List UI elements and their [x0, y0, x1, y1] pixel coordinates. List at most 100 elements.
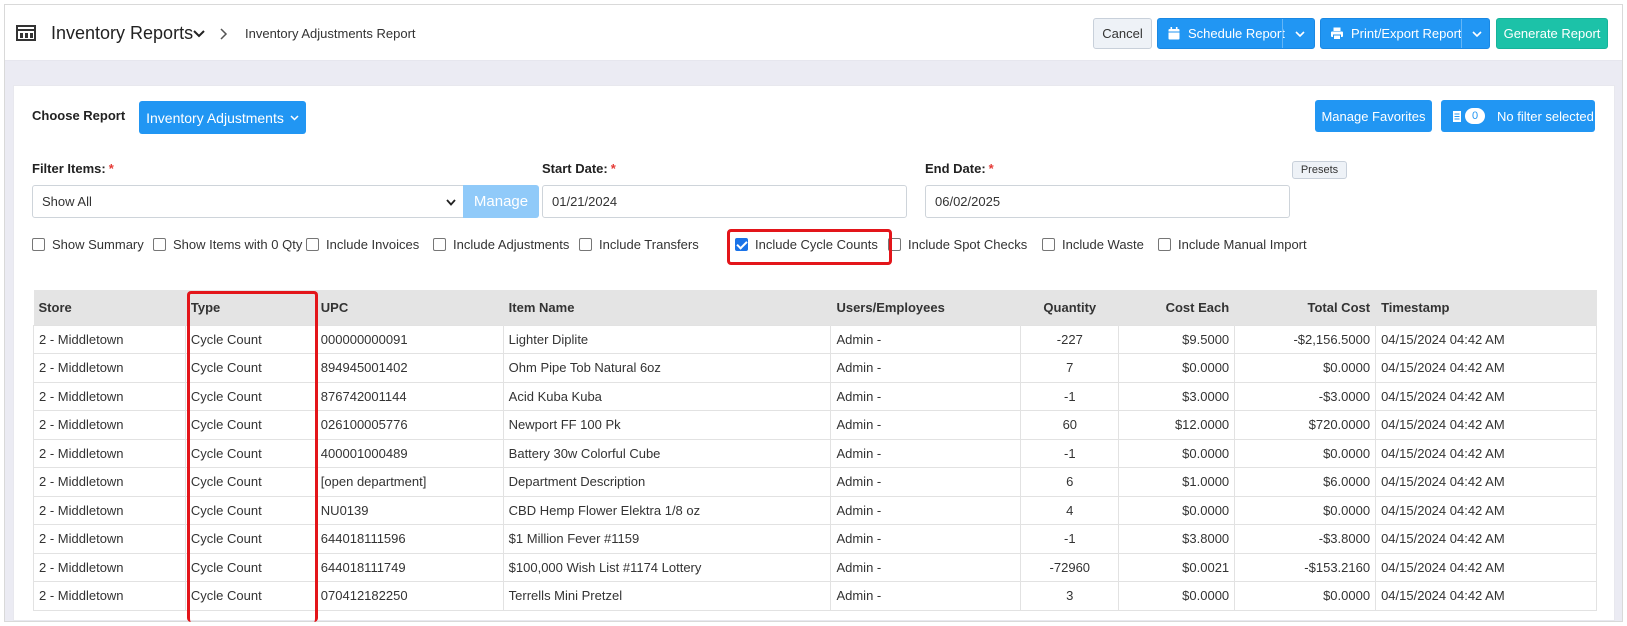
cancel-button[interactable]: Cancel [1093, 18, 1152, 49]
checkbox-box[interactable] [1042, 238, 1055, 251]
cell-store: 2 - Middletown [33, 353, 186, 383]
cell-upc: 000000000091 [314, 324, 504, 354]
filter-items-label: Filter Items: * [32, 161, 114, 176]
print-export-label: Print/Export Report [1351, 26, 1462, 41]
required-mark: * [610, 161, 616, 176]
cell-quantity: -227 [1020, 324, 1120, 354]
checkbox-box[interactable] [1158, 238, 1171, 251]
checkbox-label: Show Items with 0 Qty [173, 237, 303, 252]
presets-button[interactable]: Presets [1292, 161, 1347, 179]
show-summary-checkbox[interactable]: Show Summary [32, 237, 144, 252]
column-header-item-name[interactable]: Item Name [503, 290, 832, 325]
schedule-report-label: Schedule Report [1188, 26, 1285, 41]
column-header-upc[interactable]: UPC [315, 290, 504, 325]
cell-quantity: -1 [1020, 381, 1120, 411]
column-header-cost-each[interactable]: Cost Each [1118, 290, 1236, 325]
cell-upc: 400001000489 [314, 438, 504, 468]
cell-timestamp: 04/15/2024 04:42 AM [1375, 381, 1597, 411]
column-header-quantity[interactable]: Quantity [1020, 290, 1120, 325]
generate-report-button[interactable]: Generate Report [1496, 18, 1608, 49]
cell-cost-each: $9.5000 [1118, 324, 1236, 354]
chevron-down-icon[interactable] [193, 30, 205, 38]
cell-item-name: Battery 30w Colorful Cube [502, 438, 832, 468]
show-zero-qty-checkbox[interactable]: Show Items with 0 Qty [153, 237, 302, 252]
filter-selection-button[interactable]: 0 No filter selected [1441, 100, 1595, 132]
cell-upc: 026100005776 [314, 410, 504, 440]
cell-timestamp: 04/15/2024 04:42 AM [1375, 324, 1597, 354]
cell-user: Admin - [830, 552, 1022, 582]
cell-store: 2 - Middletown [33, 324, 186, 354]
column-header-timestamp[interactable]: Timestamp [1375, 290, 1597, 325]
cell-user: Admin - [830, 581, 1022, 611]
checkbox-box[interactable] [433, 238, 446, 251]
checkbox-box[interactable] [306, 238, 319, 251]
page-title[interactable]: Inventory Reports [51, 23, 193, 44]
start-date-label: Start Date: * [542, 161, 616, 176]
schedule-report-button[interactable]: Schedule Report [1157, 18, 1315, 49]
manage-button[interactable]: Manage [463, 185, 539, 218]
cell-timestamp: 04/15/2024 04:42 AM [1375, 524, 1597, 554]
cell-cost-each: $12.0000 [1118, 410, 1236, 440]
cell-store: 2 - Middletown [33, 467, 186, 497]
cell-upc: 894945001402 [314, 353, 504, 383]
manage-favorites-button[interactable]: Manage Favorites [1315, 100, 1432, 132]
cell-item-name: Department Description [502, 467, 832, 497]
include-spot-checks-checkbox[interactable]: Include Spot Checks [888, 237, 1027, 252]
cell-user: Admin - [830, 353, 1022, 383]
include-manual-import-checkbox[interactable]: Include Manual Import [1158, 237, 1307, 252]
report-dropdown-value: Inventory Adjustments [146, 109, 284, 126]
cell-user: Admin - [830, 324, 1022, 354]
cell-item-name: Ohm Pipe Tob Natural 6oz [502, 353, 832, 383]
cell-total-cost: $0.0000 [1234, 581, 1377, 611]
end-date-input[interactable]: 06/02/2025 [925, 185, 1290, 218]
column-header-store[interactable]: Store [33, 290, 186, 325]
cell-timestamp: 04/15/2024 04:42 AM [1375, 438, 1597, 468]
checkbox-box[interactable] [153, 238, 166, 251]
cell-quantity: 60 [1020, 410, 1120, 440]
end-date-label-text: End Date: [925, 161, 986, 176]
column-header-total-cost[interactable]: Total Cost [1234, 290, 1377, 325]
cell-cost-each: $0.0021 [1118, 552, 1236, 582]
report-dropdown[interactable]: Inventory Adjustments [139, 101, 306, 134]
cell-upc: NU0139 [314, 495, 504, 525]
cell-store: 2 - Middletown [33, 524, 186, 554]
checkbox-box[interactable] [32, 238, 45, 251]
cell-timestamp: 04/15/2024 04:42 AM [1375, 467, 1597, 497]
start-date-input[interactable]: 01/21/2024 [542, 185, 907, 218]
cell-user: Admin - [830, 438, 1022, 468]
cell-item-name: Lighter Diplite [502, 324, 832, 354]
cell-upc: 644018111749 [314, 552, 504, 582]
include-waste-checkbox[interactable]: Include Waste [1042, 237, 1144, 252]
cell-item-name: Newport FF 100 Pk [502, 410, 832, 440]
cell-total-cost: $720.0000 [1234, 410, 1377, 440]
filter-list-icon [1453, 110, 1461, 122]
cell-item-name: $100,000 Wish List #1174 Lottery [502, 552, 832, 582]
cell-store: 2 - Middletown [33, 581, 186, 611]
cell-user: Admin - [830, 410, 1022, 440]
include-invoices-checkbox[interactable]: Include Invoices [306, 237, 419, 252]
chevron-down-icon[interactable] [1472, 31, 1482, 37]
chevron-down-icon[interactable] [1295, 31, 1305, 37]
printer-icon [1331, 27, 1343, 40]
cell-quantity: -1 [1020, 438, 1120, 468]
cell-timestamp: 04/15/2024 04:42 AM [1375, 353, 1597, 383]
print-export-button[interactable]: Print/Export Report [1320, 18, 1490, 49]
checkbox-label: Include Spot Checks [908, 237, 1028, 252]
include-adjustments-checkbox[interactable]: Include Adjustments [433, 237, 569, 252]
checkbox-box[interactable] [579, 238, 592, 251]
cell-cost-each: $0.0000 [1118, 581, 1236, 611]
cell-cost-each: $3.8000 [1118, 524, 1236, 554]
cell-store: 2 - Middletown [33, 495, 186, 525]
filter-items-select[interactable]: Show All [32, 185, 464, 218]
cell-cost-each: $0.0000 [1118, 353, 1236, 383]
cell-user: Admin - [830, 524, 1022, 554]
include-transfers-checkbox[interactable]: Include Transfers [579, 237, 699, 252]
chevron-down-icon [290, 114, 299, 121]
cell-upc: 876742001144 [314, 381, 504, 411]
filter-items-label-text: Filter Items: [32, 161, 106, 176]
cell-quantity: -72960 [1020, 552, 1120, 582]
cell-quantity: 3 [1020, 581, 1120, 611]
cell-cost-each: $3.0000 [1118, 381, 1236, 411]
column-header-users[interactable]: Users/Employees [830, 290, 1022, 325]
cell-item-name: Acid Kuba Kuba [502, 381, 832, 411]
